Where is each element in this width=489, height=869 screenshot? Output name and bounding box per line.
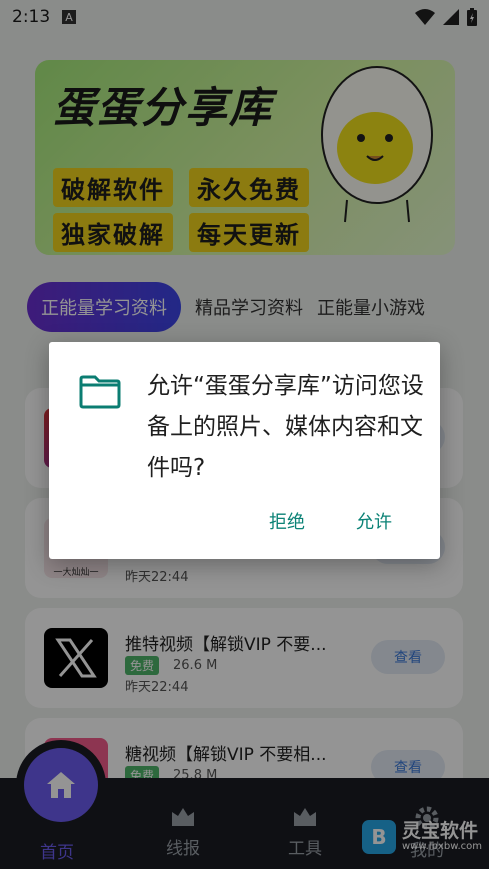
folder-icon <box>79 375 121 409</box>
dialog-message: 允许“蛋蛋分享库”访问您设备上的照片、媒体内容和文件吗? <box>147 373 424 481</box>
deny-button[interactable]: 拒绝 <box>269 508 305 534</box>
permission-dialog: 允许“蛋蛋分享库”访问您设备上的照片、媒体内容和文件吗? 拒绝 允许 <box>49 342 440 559</box>
allow-button[interactable]: 允许 <box>356 508 392 534</box>
